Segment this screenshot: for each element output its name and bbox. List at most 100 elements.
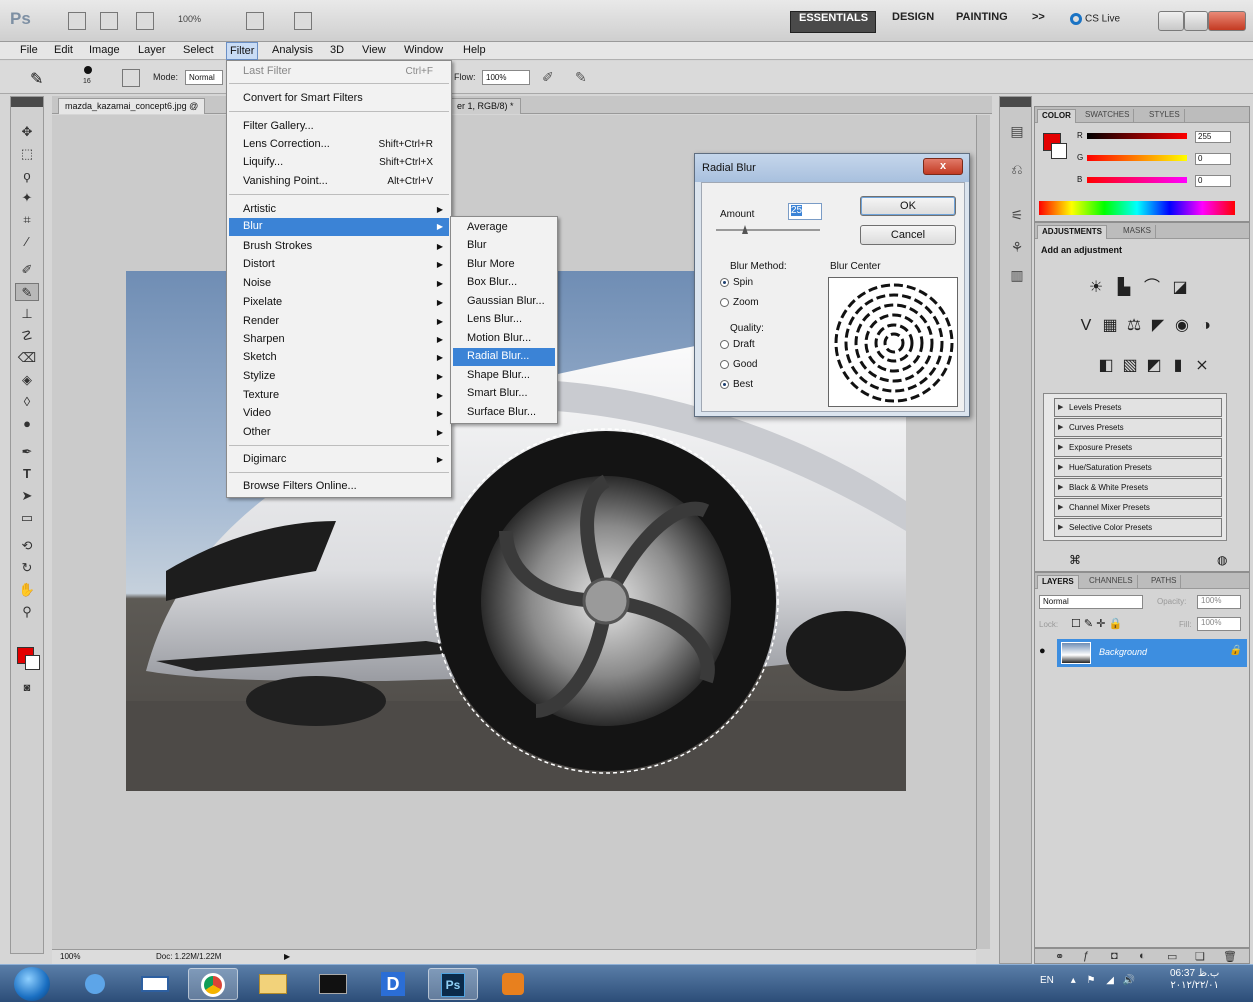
menu-item-sketch[interactable]: Sketch (243, 351, 277, 363)
brushes-panel-icon[interactable]: ⚟ (1007, 207, 1027, 227)
taskbar-app-d-icon[interactable]: D (368, 968, 418, 1000)
b-value-field[interactable]: 0 (1195, 175, 1231, 187)
best-radio[interactable]: Best (720, 379, 753, 390)
gradient-map-icon[interactable]: ▮ (1167, 355, 1189, 377)
rectangle-tool-icon[interactable]: ▭ (15, 509, 39, 527)
canvas-vertical-scrollbar[interactable] (976, 115, 990, 949)
brush-preset-icon[interactable] (84, 66, 92, 74)
preset-hue-saturation[interactable]: Hue/Saturation Presets (1054, 458, 1222, 477)
pen-tool-icon[interactable]: ✒ (15, 443, 39, 461)
layer-background-row[interactable]: Background 🔒 (1057, 639, 1247, 667)
layer-visibility-eye-icon[interactable]: ● (1039, 645, 1046, 657)
amount-field[interactable]: 25 (788, 203, 822, 220)
adjustment-layer-icon[interactable]: ◐ (1139, 950, 1146, 962)
link-layers-icon[interactable]: ⚭ (1055, 950, 1064, 963)
menu-item-brush-strokes[interactable]: Brush Strokes (243, 240, 312, 252)
menu-filter[interactable]: Filter (226, 42, 259, 60)
marquee-tool-icon[interactable]: ⬚ (15, 145, 39, 163)
r-slider[interactable] (1087, 133, 1187, 139)
posterize-icon[interactable]: ▧ (1119, 355, 1141, 377)
menu-item-artistic[interactable]: Artistic (243, 203, 276, 215)
zoom-radio[interactable]: Zoom (720, 297, 759, 308)
history-brush-tool-icon[interactable]: ☡ (15, 327, 39, 345)
workspace-painting-button[interactable]: PAINTING (948, 11, 1016, 33)
launch-mini-bridge-icon[interactable] (100, 12, 118, 30)
invert-icon[interactable]: ◧ (1095, 355, 1117, 377)
quick-selection-tool-icon[interactable]: ✦ (15, 189, 39, 207)
tab-channels[interactable]: CHANNELS (1085, 575, 1138, 589)
brightness-contrast-icon[interactable]: ☀ (1085, 277, 1107, 299)
color-background-swatch[interactable] (1051, 143, 1067, 159)
path-selection-tool-icon[interactable]: ➤ (15, 487, 39, 505)
menu-item-lens-blur[interactable]: Lens Blur... (467, 313, 522, 325)
menu-select[interactable]: Select (183, 44, 214, 56)
dodge-tool-icon[interactable]: ● (15, 415, 39, 433)
menu-window[interactable]: Window (404, 44, 443, 56)
menu-item-stylize[interactable]: Stylize (243, 370, 275, 382)
dialog-close-button[interactable]: x (923, 158, 963, 175)
preset-channel-mixer[interactable]: Channel Mixer Presets (1054, 498, 1222, 517)
airbrush-icon[interactable]: ✐ (542, 69, 554, 86)
taskbar-chrome-icon[interactable] (188, 968, 238, 1000)
clone-stamp-tool-icon[interactable]: ⊥ (15, 305, 39, 323)
menu-item-filter-gallery[interactable]: Filter Gallery... (243, 120, 314, 132)
quick-mask-icon[interactable]: ◙ (15, 679, 39, 697)
menu-item-surface-blur[interactable]: Surface Blur... (467, 406, 536, 418)
menu-item-box-blur[interactable]: Box Blur... (467, 276, 517, 288)
background-color-swatch[interactable] (25, 655, 40, 670)
3d-orbit-tool-icon[interactable]: ↻ (15, 559, 39, 577)
menu-item-lens-correction[interactable]: Lens Correction... (243, 138, 330, 150)
menu-view[interactable]: View (362, 44, 386, 56)
menu-item-digimarc[interactable]: Digimarc (243, 453, 286, 465)
opacity-field[interactable]: 100% (1197, 595, 1241, 609)
crop-tool-icon[interactable]: ⌗ (15, 211, 39, 229)
menu-item-motion-blur[interactable]: Motion Blur... (467, 332, 531, 344)
g-value-field[interactable]: 0 (1195, 153, 1231, 165)
g-slider[interactable] (1087, 155, 1187, 161)
menu-item-video[interactable]: Video (243, 407, 271, 419)
tools-panel-header[interactable] (11, 97, 43, 107)
menu-item-liquify[interactable]: Liquify... (243, 156, 283, 168)
cancel-button[interactable]: Cancel (860, 225, 956, 245)
lasso-tool-icon[interactable]: ϙ (15, 167, 39, 185)
menu-analysis[interactable]: Analysis (272, 44, 313, 56)
preset-black-white[interactable]: Black & White Presets (1054, 478, 1222, 497)
exposure-icon[interactable]: ◪ (1169, 277, 1191, 299)
zoom-tool-icon[interactable]: ⚲ (15, 603, 39, 621)
b-slider[interactable] (1087, 177, 1187, 183)
selective-color-icon[interactable]: ⨯ (1191, 355, 1213, 377)
menu-item-blur-more[interactable]: Blur More (467, 258, 515, 270)
flow-field[interactable]: 100% (482, 70, 530, 85)
ok-button[interactable]: OK (860, 196, 956, 216)
clone-source-panel-icon[interactable]: ⚘ (1007, 239, 1027, 259)
add-mask-icon[interactable]: ◘ (1111, 950, 1118, 962)
menu-item-render[interactable]: Render (243, 315, 279, 327)
menu-item-blur[interactable]: Blur (243, 220, 263, 232)
eyedropper-tool-icon[interactable]: ⁄ (15, 233, 39, 251)
photo-filter-icon[interactable]: ◉ (1171, 315, 1193, 337)
menu-image[interactable]: Image (89, 44, 120, 56)
hand-tool-icon[interactable]: ✋ (15, 581, 39, 599)
minimize-button[interactable] (1158, 11, 1184, 31)
blur-tool-icon[interactable]: ◊ (15, 393, 39, 411)
tab-swatches[interactable]: SWATCHES (1081, 109, 1135, 123)
clip-to-layer-icon[interactable]: ⌘ (1069, 553, 1081, 567)
launch-bridge-icon[interactable] (68, 12, 86, 30)
menu-item-convert-smart-filters[interactable]: Convert for Smart Filters (243, 92, 363, 104)
menu-item-last-filter[interactable]: Last Filter (243, 65, 291, 77)
preset-selective-color[interactable]: Selective Color Presets (1054, 518, 1222, 537)
histogram-panel-icon[interactable]: ▤ (1007, 123, 1027, 143)
taskbar-clock[interactable]: 06:37 ب.ظ ۲۰۱۲/۲۲/۰۱ (1170, 968, 1219, 992)
menu-help[interactable]: Help (463, 44, 486, 56)
status-zoom-field[interactable]: 100% (60, 952, 80, 961)
zoom-level-dropdown[interactable]: 100% (178, 14, 201, 24)
tab-masks[interactable]: MASKS (1119, 225, 1157, 239)
maximize-button[interactable] (1184, 11, 1208, 31)
workspace-essentials-button[interactable]: ESSENTIALS (790, 11, 876, 33)
curves-icon[interactable]: ⌒ (1141, 277, 1163, 299)
menu-item-other[interactable]: Other (243, 426, 271, 438)
spin-radio[interactable]: Spin (720, 277, 753, 288)
mode-dropdown[interactable]: Normal (185, 70, 223, 85)
type-tool-icon[interactable]: T (15, 465, 39, 483)
menu-file[interactable]: File (20, 44, 38, 56)
